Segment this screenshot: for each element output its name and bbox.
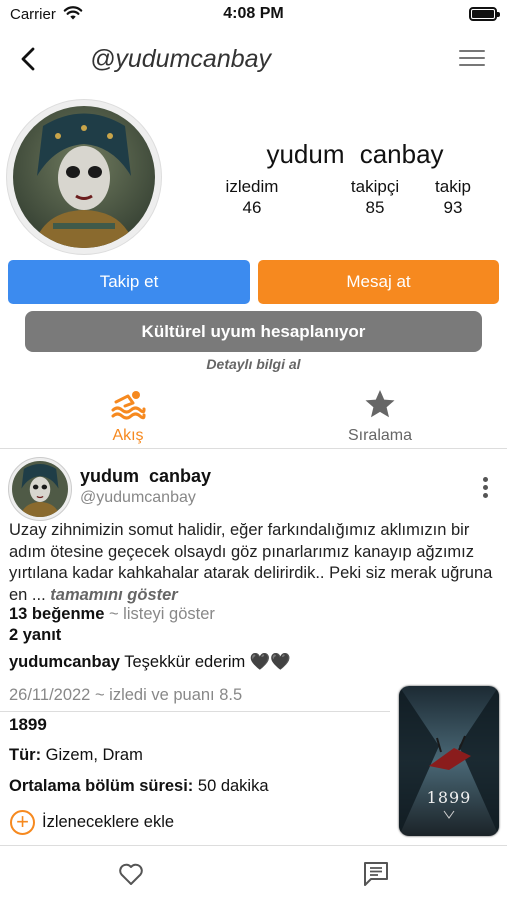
show-list-link[interactable]: ~ listeyi göster	[104, 605, 215, 623]
swimmer-icon	[111, 391, 146, 420]
star-icon	[365, 390, 395, 418]
post-avatar[interactable]	[8, 457, 72, 521]
watch-meta: 26/11/2022 ~ izledi ve puanı 8.5	[9, 686, 243, 704]
poster-title: 1899	[426, 788, 472, 807]
hamburger-icon	[459, 50, 485, 52]
post-text: Uzay zihnimizin somut halidir, eğer fark…	[9, 520, 504, 606]
more-vertical-icon	[483, 477, 488, 482]
culture-match-button[interactable]: Kültürel uyum hesaplanıyor	[25, 311, 482, 352]
comment-button[interactable]	[362, 861, 390, 892]
profile-name: yudum canbay	[266, 139, 444, 169]
page-title: @yudumcanbay	[90, 45, 272, 73]
genre-value: Gizem, Dram	[41, 746, 143, 764]
bottom-action-bar	[0, 845, 507, 900]
show-poster[interactable]: 1899	[399, 686, 499, 836]
show-title[interactable]: 1899	[9, 715, 47, 735]
tab-ranking-label: Sıralama	[347, 427, 413, 444]
watchlist-label: İzleneceklere ekle	[42, 813, 175, 831]
chevron-left-icon	[21, 47, 35, 71]
duration-row: Ortalama bölüm süresi: 50 dakika	[9, 777, 269, 796]
divider	[0, 711, 390, 712]
nav-bar: @yudumcanbay	[0, 30, 507, 90]
reply-row: yudumcanbay Teşekkür ederim 🖤🖤	[9, 653, 291, 672]
stat-followers[interactable]: takipçi 85	[335, 176, 415, 218]
like-button[interactable]	[118, 862, 144, 891]
profile-avatar[interactable]	[6, 99, 162, 255]
replies-count[interactable]: 2 yanıt	[9, 626, 61, 645]
battery-icon	[469, 7, 500, 21]
menu-button[interactable]	[459, 50, 485, 70]
genre-label: Tür:	[9, 746, 42, 764]
plus-circle-icon: +	[10, 810, 35, 835]
detail-link[interactable]: Detaylı bilgi al	[0, 356, 507, 372]
clock: 4:08 PM	[223, 5, 284, 22]
reply-username[interactable]: yudumcanbay	[9, 653, 120, 671]
more-options-button[interactable]	[483, 477, 489, 499]
follow-button[interactable]: Takip et	[8, 260, 250, 304]
stat-value: 85	[365, 198, 385, 217]
likes-row: 13 beğenme ~ listeyi göster	[9, 605, 215, 624]
stat-label: izledim	[225, 177, 279, 196]
poster-image	[399, 686, 499, 836]
tab-feed-label: Akış	[112, 427, 144, 444]
likes-count[interactable]: 13 beğenme	[9, 605, 104, 623]
duration-value: 50 dakika	[193, 777, 269, 795]
back-button[interactable]	[14, 44, 44, 74]
duration-label: Ortalama bölüm süresi:	[9, 777, 194, 795]
avatar-image	[12, 461, 68, 517]
post-handle[interactable]: @yudumcanbay	[80, 489, 196, 507]
genre-row: Tür: Gizem, Dram	[9, 746, 143, 765]
stat-value: 93	[443, 198, 463, 217]
post-username[interactable]: yudum canbay	[80, 466, 211, 487]
avatar-image	[13, 106, 155, 248]
status-bar: Carrier 4:08 PM	[0, 0, 507, 30]
divider	[0, 448, 507, 449]
comment-icon	[364, 862, 388, 886]
reply-text: Teşekkür ederim 🖤🖤	[119, 653, 291, 671]
stat-value: 46	[242, 198, 262, 217]
stat-following[interactable]: takip 93	[424, 176, 482, 218]
stat-watched[interactable]: izledim 46	[212, 176, 292, 218]
tab-feed[interactable]: Akış	[92, 388, 164, 445]
tab-ranking[interactable]: Sıralama	[330, 388, 430, 445]
show-more-link[interactable]: tamamını göster	[50, 586, 177, 604]
stat-label: takipçi	[350, 177, 400, 196]
heart-icon	[119, 863, 143, 885]
stat-label: takip	[435, 177, 471, 196]
message-button[interactable]: Mesaj at	[258, 260, 499, 304]
